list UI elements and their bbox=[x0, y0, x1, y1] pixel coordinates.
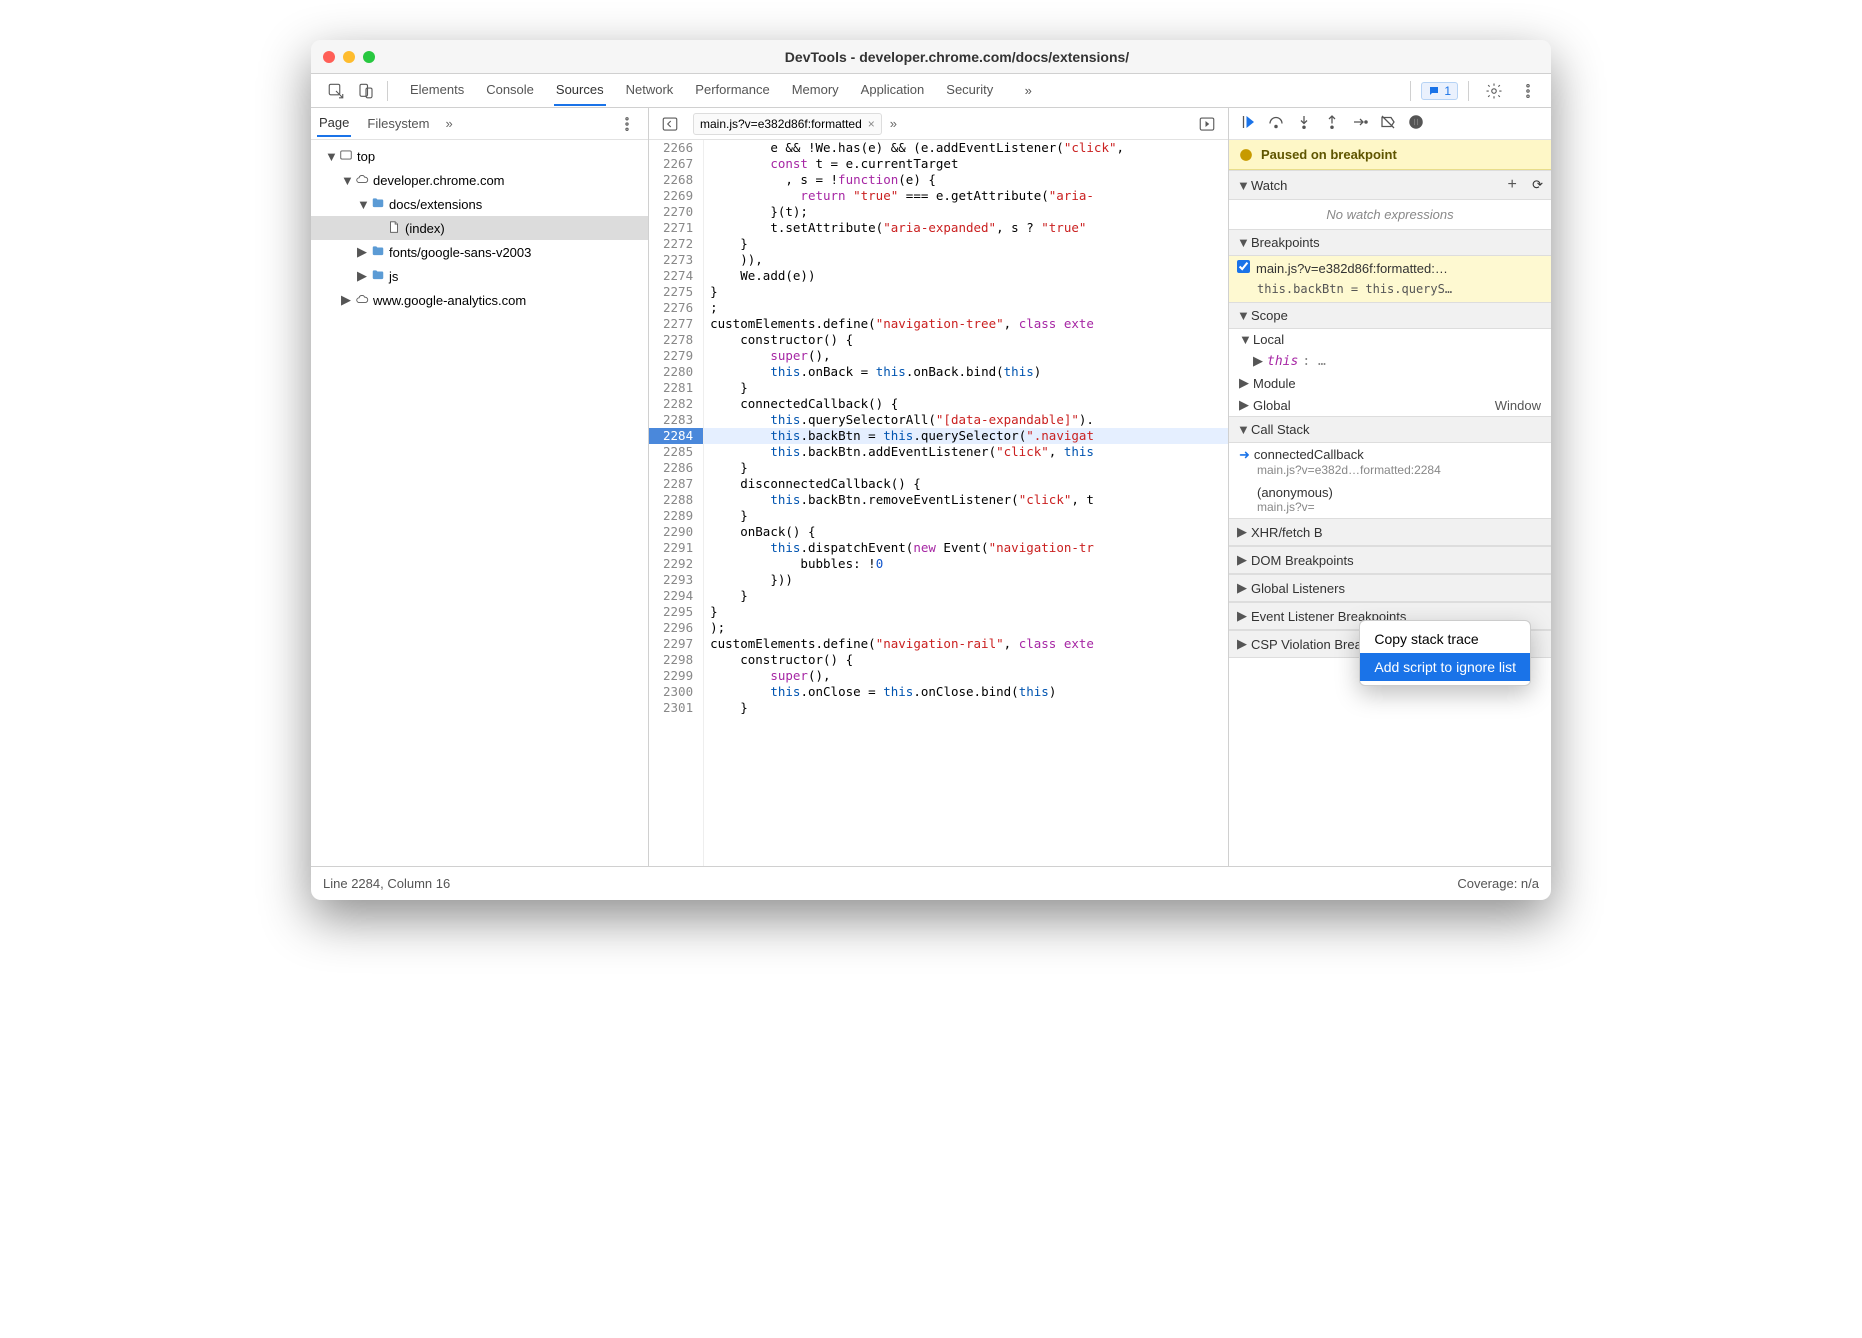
kebab-menu-icon[interactable] bbox=[1513, 76, 1543, 106]
tab-security[interactable]: Security bbox=[944, 76, 995, 106]
ctx-copy-stack-trace[interactable]: Copy stack trace bbox=[1360, 625, 1530, 653]
titlebar: DevTools - developer.chrome.com/docs/ext… bbox=[311, 40, 1551, 74]
section-header[interactable]: ▶DOM Breakpoints bbox=[1229, 546, 1551, 574]
tree-item[interactable]: ▶www.google-analytics.com bbox=[311, 288, 648, 312]
add-watch-icon[interactable]: + bbox=[1508, 176, 1517, 194]
watch-empty-text: No watch expressions bbox=[1229, 200, 1551, 229]
sidebar-kebab-icon[interactable] bbox=[612, 109, 642, 139]
callstack-frame-1[interactable]: (anonymous) main.js?v= bbox=[1229, 481, 1551, 518]
editor-tab-label: main.js?v=e382d86f:formatted bbox=[700, 117, 862, 131]
device-toggle-icon[interactable] bbox=[351, 76, 381, 106]
tree-item[interactable]: ▼docs/extensions bbox=[311, 192, 648, 216]
tree-item[interactable]: (index) bbox=[311, 216, 648, 240]
editor-tabs: main.js?v=e382d86f:formatted × » bbox=[649, 108, 1228, 140]
section-header[interactable]: ▶Global Listeners bbox=[1229, 574, 1551, 602]
resume-icon[interactable] bbox=[1239, 113, 1257, 134]
maximize-window-button[interactable] bbox=[363, 51, 375, 63]
scope-module[interactable]: ▶Module bbox=[1229, 372, 1551, 394]
refresh-watch-icon[interactable]: ⟳ bbox=[1532, 177, 1543, 193]
navigator-sidebar: Page Filesystem » ▼top▼developer.chrome.… bbox=[311, 108, 649, 866]
sidebar-tabs: Page Filesystem » bbox=[311, 108, 648, 140]
tab-console[interactable]: Console bbox=[484, 76, 536, 106]
close-tab-icon[interactable]: × bbox=[868, 117, 875, 131]
debugger-toolbar bbox=[1229, 108, 1551, 140]
nav-back-icon[interactable] bbox=[655, 109, 685, 139]
more-tabs-icon[interactable]: » bbox=[1013, 76, 1043, 106]
settings-icon[interactable] bbox=[1479, 76, 1509, 106]
breakpoint-code: this.backBtn = this.queryS… bbox=[1229, 280, 1551, 302]
sidebar-tab-filesystem[interactable]: Filesystem bbox=[365, 111, 431, 136]
tab-memory[interactable]: Memory bbox=[790, 76, 841, 106]
ctx-add-to-ignore-list[interactable]: Add script to ignore list bbox=[1360, 653, 1530, 681]
scope-global[interactable]: ▶GlobalWindow bbox=[1229, 394, 1551, 416]
step-over-icon[interactable] bbox=[1267, 113, 1285, 134]
breakpoint-item[interactable]: main.js?v=e382d86f:formatted:… bbox=[1229, 256, 1551, 280]
section-header[interactable]: ▶XHR/fetch B bbox=[1229, 518, 1551, 546]
sidebar-tab-page[interactable]: Page bbox=[317, 110, 351, 137]
tree-item[interactable]: ▼top bbox=[311, 144, 648, 168]
info-icon bbox=[1239, 148, 1253, 162]
close-window-button[interactable] bbox=[323, 51, 335, 63]
tree-item[interactable]: ▼developer.chrome.com bbox=[311, 168, 648, 192]
debugger-panel: Paused on breakpoint ▼Watch+ ⟳ No watch … bbox=[1229, 108, 1551, 866]
callstack-section-header[interactable]: ▼Call Stack bbox=[1229, 416, 1551, 443]
tab-sources[interactable]: Sources bbox=[554, 76, 606, 106]
issues-badge[interactable]: 1 bbox=[1421, 82, 1458, 100]
more-editor-tabs-icon[interactable]: » bbox=[890, 116, 897, 131]
status-bar: Line 2284, Column 16 Coverage: n/a bbox=[311, 866, 1551, 900]
code-area[interactable]: 2266226722682269227022712272227322742275… bbox=[649, 140, 1228, 866]
step-into-icon[interactable] bbox=[1295, 113, 1313, 134]
main-toolbar: Elements Console Sources Network Perform… bbox=[311, 74, 1551, 108]
panel-tabs: Elements Console Sources Network Perform… bbox=[408, 76, 1404, 106]
breakpoint-checkbox[interactable] bbox=[1237, 260, 1250, 273]
scope-this[interactable]: ▶this: … bbox=[1229, 350, 1551, 372]
tree-item[interactable]: ▶fonts/google-sans-v2003 bbox=[311, 240, 648, 264]
scope-local[interactable]: ▼Local bbox=[1229, 329, 1551, 350]
editor-panel: main.js?v=e382d86f:formatted × » 2266226… bbox=[649, 108, 1229, 866]
watch-section-header[interactable]: ▼Watch+ ⟳ bbox=[1229, 170, 1551, 200]
callstack-frame-0[interactable]: ➜connectedCallback main.js?v=e382d…forma… bbox=[1229, 443, 1551, 481]
tab-elements[interactable]: Elements bbox=[408, 76, 466, 106]
scope-section-header[interactable]: ▼Scope bbox=[1229, 302, 1551, 329]
cursor-position: Line 2284, Column 16 bbox=[323, 876, 450, 891]
step-icon[interactable] bbox=[1351, 113, 1369, 134]
window-title: DevTools - developer.chrome.com/docs/ext… bbox=[375, 49, 1539, 65]
inspect-icon[interactable] bbox=[321, 76, 351, 106]
file-tree[interactable]: ▼top▼developer.chrome.com▼docs/extension… bbox=[311, 140, 648, 316]
tree-item[interactable]: ▶js bbox=[311, 264, 648, 288]
step-out-icon[interactable] bbox=[1323, 113, 1341, 134]
issues-count: 1 bbox=[1444, 84, 1451, 98]
tab-network[interactable]: Network bbox=[624, 76, 676, 106]
pause-on-exceptions-icon[interactable] bbox=[1407, 113, 1425, 134]
context-menu: Copy stack trace Add script to ignore li… bbox=[1359, 620, 1531, 686]
deactivate-breakpoints-icon[interactable] bbox=[1379, 113, 1397, 134]
current-frame-arrow-icon: ➜ bbox=[1239, 447, 1250, 462]
tab-performance[interactable]: Performance bbox=[693, 76, 771, 106]
tab-application[interactable]: Application bbox=[859, 76, 927, 106]
editor-tab-file[interactable]: main.js?v=e382d86f:formatted × bbox=[693, 113, 882, 135]
minimize-window-button[interactable] bbox=[343, 51, 355, 63]
more-sidebar-tabs-icon[interactable]: » bbox=[446, 116, 453, 131]
paused-banner: Paused on breakpoint bbox=[1229, 140, 1551, 170]
message-icon bbox=[1428, 85, 1440, 97]
paused-text: Paused on breakpoint bbox=[1261, 147, 1397, 162]
run-snippet-icon[interactable] bbox=[1192, 109, 1222, 139]
breakpoints-section-header[interactable]: ▼Breakpoints bbox=[1229, 229, 1551, 256]
coverage-status: Coverage: n/a bbox=[1457, 876, 1539, 891]
devtools-window: DevTools - developer.chrome.com/docs/ext… bbox=[311, 40, 1551, 900]
